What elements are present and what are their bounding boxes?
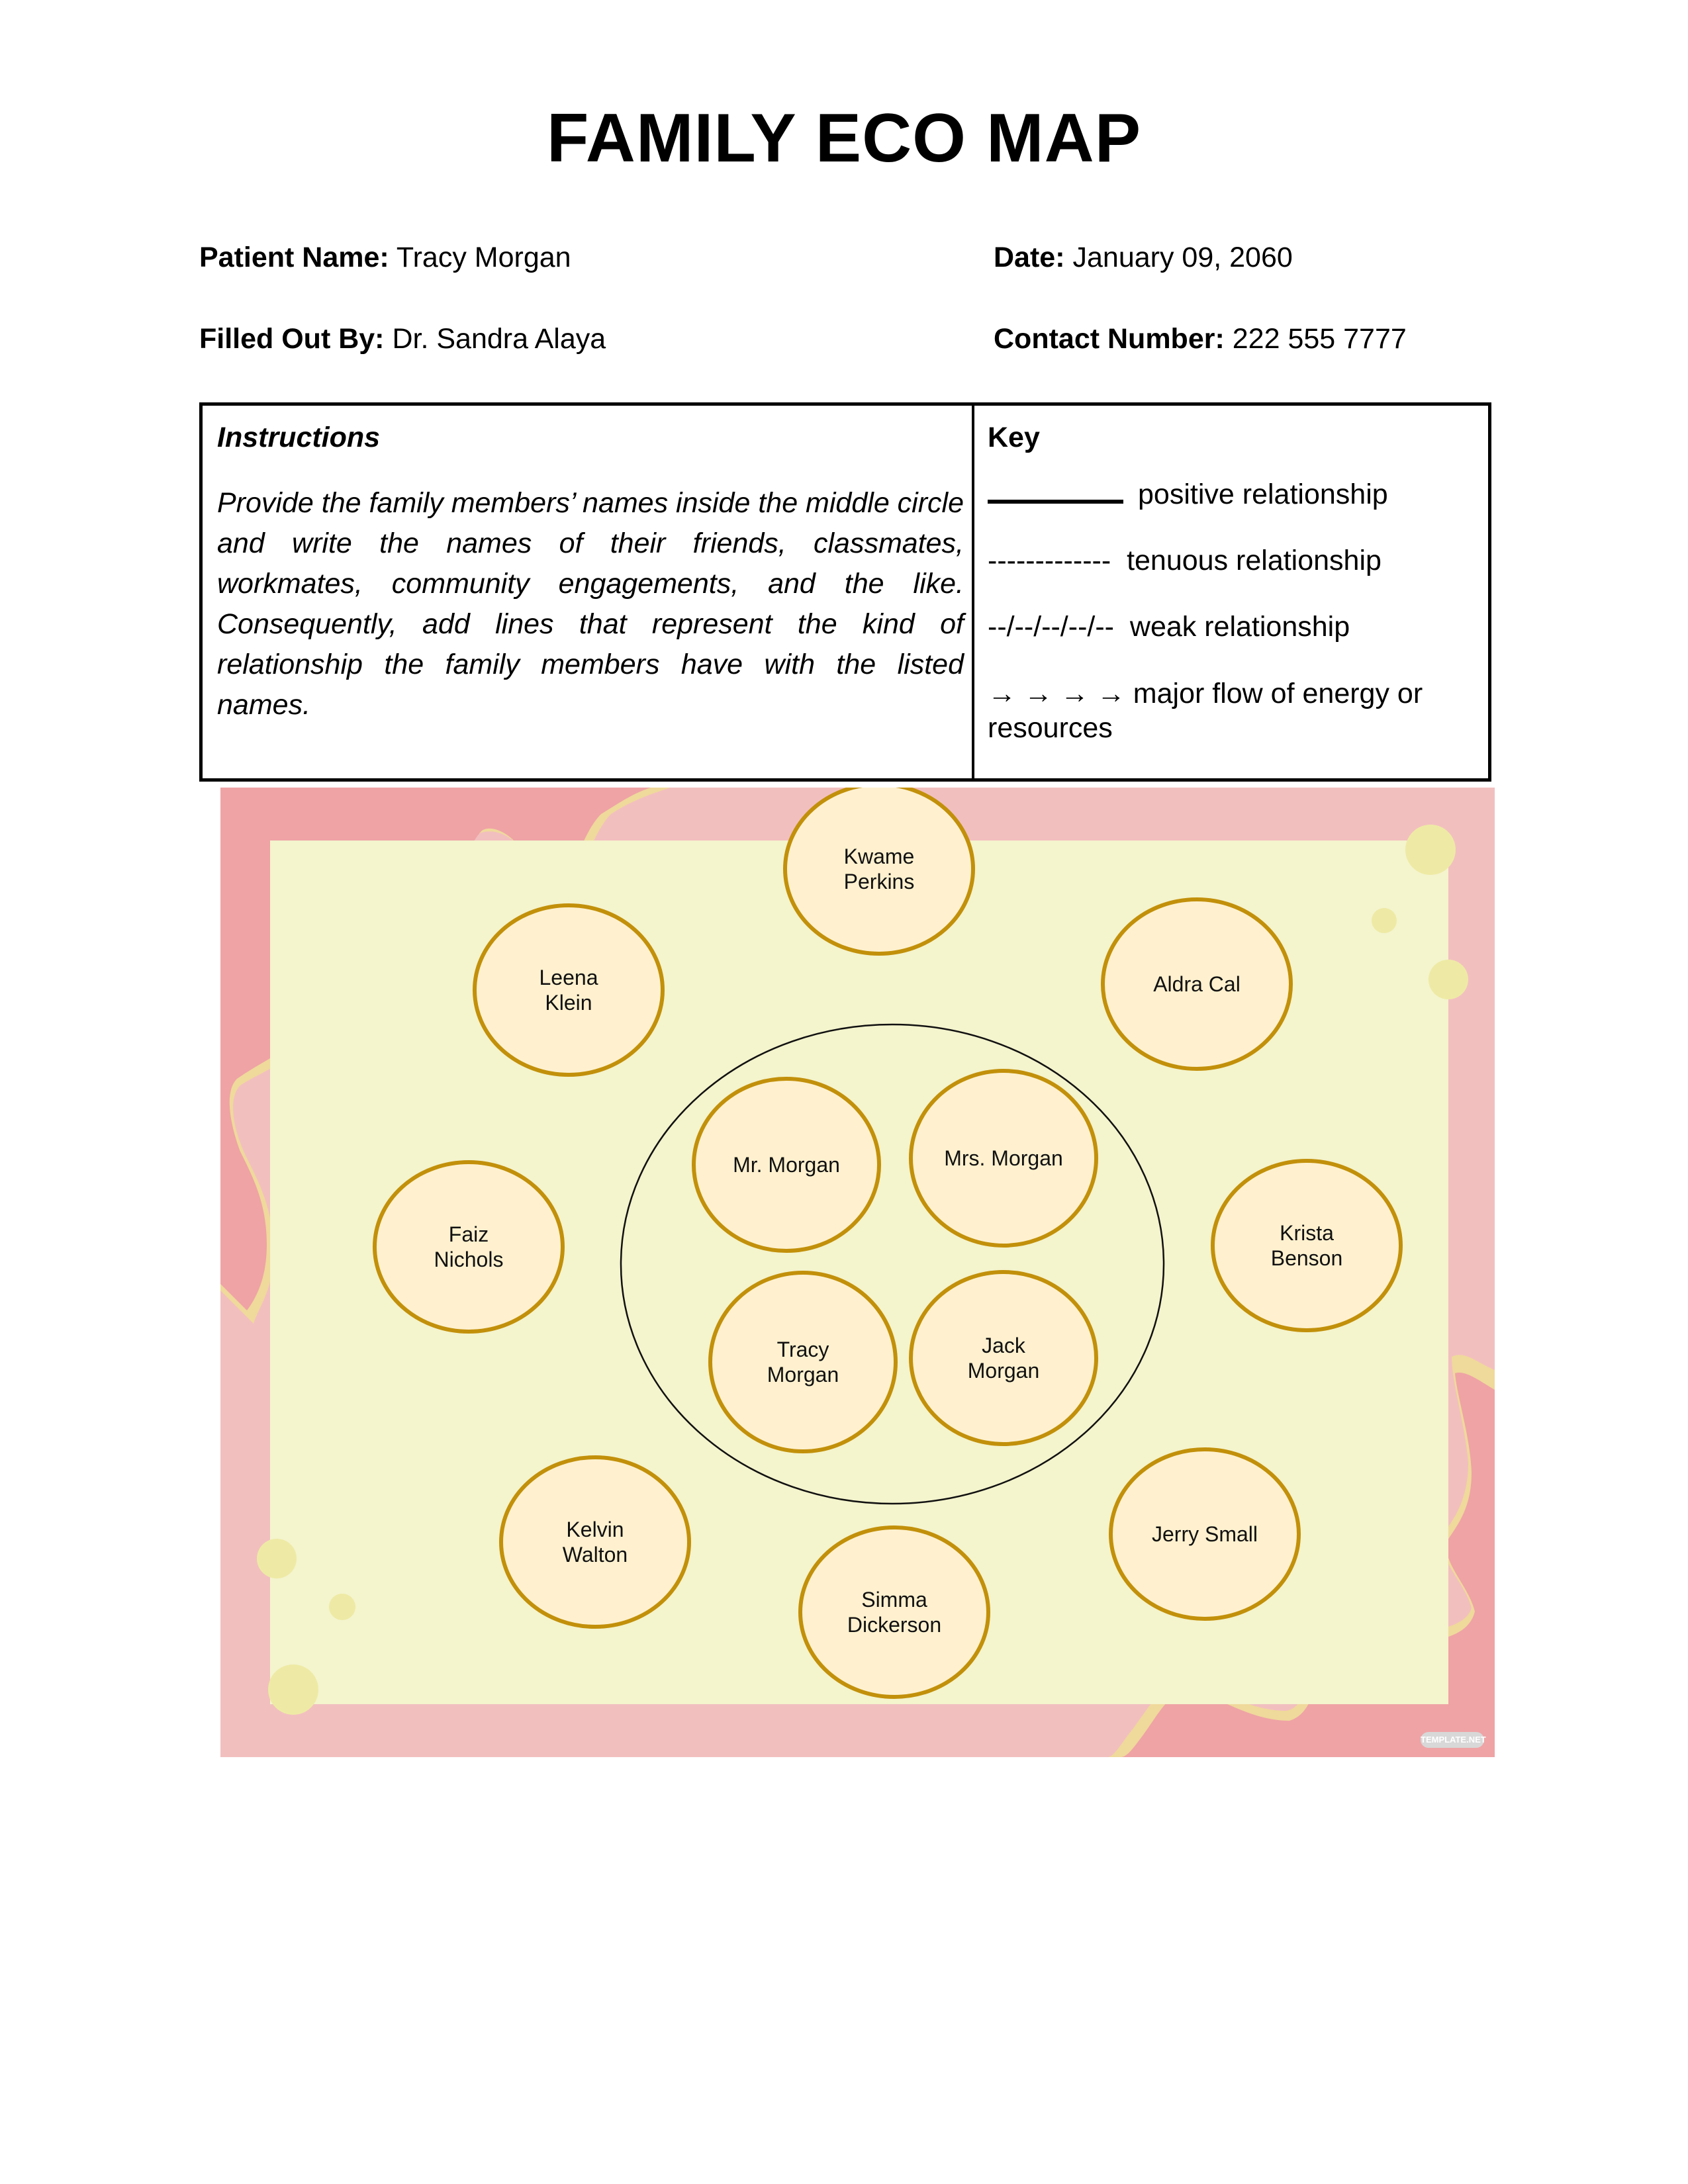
- slashed-line-symbol: --/--/--/--/--: [988, 611, 1114, 643]
- family-member-circle: [909, 1270, 1098, 1446]
- solid-line-symbol: [988, 499, 1123, 504]
- key-heading: Key: [988, 422, 1040, 453]
- patient-name-value: Tracy Morgan: [396, 242, 571, 273]
- key-cell: Key positive relationship ------------- …: [988, 422, 1477, 778]
- filled-out-by-label: Filled Out By:: [199, 323, 385, 355]
- key-item-positive: positive relationship: [988, 478, 1477, 511]
- instructions-heading: Instructions: [217, 422, 381, 453]
- filled-out-by-field: Filled Out By: Dr. Sandra Alaya: [199, 323, 606, 355]
- family-member-node: Mr. Morgan: [692, 1077, 881, 1253]
- external-contact-name: Aldra Cal: [1153, 972, 1241, 996]
- filled-out-by-value: Dr. Sandra Alaya: [392, 323, 606, 355]
- table-divider: [972, 406, 974, 778]
- external-contact-circle: [798, 1525, 990, 1699]
- key-label: tenuous relationship: [1127, 545, 1382, 576]
- date-field: Date: January 09, 2060: [994, 242, 1293, 274]
- date-value: January 09, 2060: [1072, 242, 1293, 273]
- decorative-dot: [329, 1594, 355, 1620]
- key-item-flow: → → → → major flow of energy or resource…: [988, 676, 1477, 745]
- decorative-dot: [257, 1539, 297, 1578]
- external-contact-node: Jerry Small: [1109, 1447, 1301, 1621]
- date-label: Date:: [994, 242, 1065, 273]
- contact-number-label: Contact Number:: [994, 323, 1225, 355]
- external-contact-circle: [473, 903, 665, 1077]
- key-item-weak: --/--/--/--/-- weak relationship: [988, 610, 1477, 643]
- external-contact-circle: [1211, 1159, 1403, 1332]
- contact-number-value: 222 555 7777: [1232, 323, 1407, 355]
- watermark-badge: TEMPLATE.NET: [1421, 1732, 1486, 1748]
- instructions-cell: Instructions Provide the family members’…: [217, 422, 964, 725]
- decorative-dot: [1429, 960, 1468, 999]
- decorative-dot: [1372, 908, 1397, 933]
- family-member-node: Jack Morgan: [909, 1270, 1098, 1446]
- instructions-key-table: Instructions Provide the family members’…: [199, 402, 1491, 782]
- eco-map: Mr. Morgan Mrs. Morgan Tracy Morgan Jack Morg…: [220, 788, 1495, 1757]
- key-label: positive relationship: [1138, 478, 1388, 510]
- external-contact-circle: [499, 1455, 691, 1629]
- eco-map-canvas: Mr. Morgan Mrs. Morgan Tracy MorganJack Morg…: [220, 788, 1495, 1757]
- instructions-body: Provide the family members’ names inside…: [217, 487, 964, 721]
- arrow-flow-symbol: → → → →: [988, 678, 1125, 709]
- family-member-circle: [708, 1271, 898, 1453]
- family-member-node: Mrs. Morgan: [909, 1069, 1098, 1248]
- patient-name-label: Patient Name:: [199, 242, 389, 273]
- family-member-name: Mr. Morgan: [733, 1153, 840, 1177]
- external-contact-node: Kelvin Walton: [499, 1455, 691, 1629]
- external-contact-node: Faiz Nichols: [373, 1160, 565, 1334]
- decorative-dot: [1405, 825, 1456, 875]
- key-item-tenuous: ------------- tenuous relationship: [988, 544, 1477, 577]
- dashed-line-symbol: -------------: [988, 545, 1111, 576]
- external-contact-node: Kwame Perkins: [783, 788, 975, 956]
- family-member-node: Tracy Morgan: [708, 1271, 898, 1453]
- key-label: weak relationship: [1129, 611, 1350, 643]
- external-contact-node: Aldra Cal: [1101, 897, 1293, 1071]
- external-contact-node: Krista Benson: [1211, 1159, 1403, 1332]
- patient-name-field: Patient Name: Tracy Morgan: [199, 242, 571, 274]
- family-member-name: Mrs. Morgan: [944, 1146, 1063, 1170]
- page-title: FAMILY ECO MAP: [546, 100, 1142, 177]
- decorative-dot: [268, 1664, 318, 1715]
- external-contact-name: Jerry Small: [1152, 1522, 1258, 1546]
- external-contact-node: Simma Dickerson: [798, 1525, 990, 1699]
- external-contact-node: Leena Klein: [473, 903, 665, 1077]
- external-contact-circle: [373, 1160, 565, 1334]
- contact-number-field: Contact Number: 222 555 7777: [994, 323, 1407, 355]
